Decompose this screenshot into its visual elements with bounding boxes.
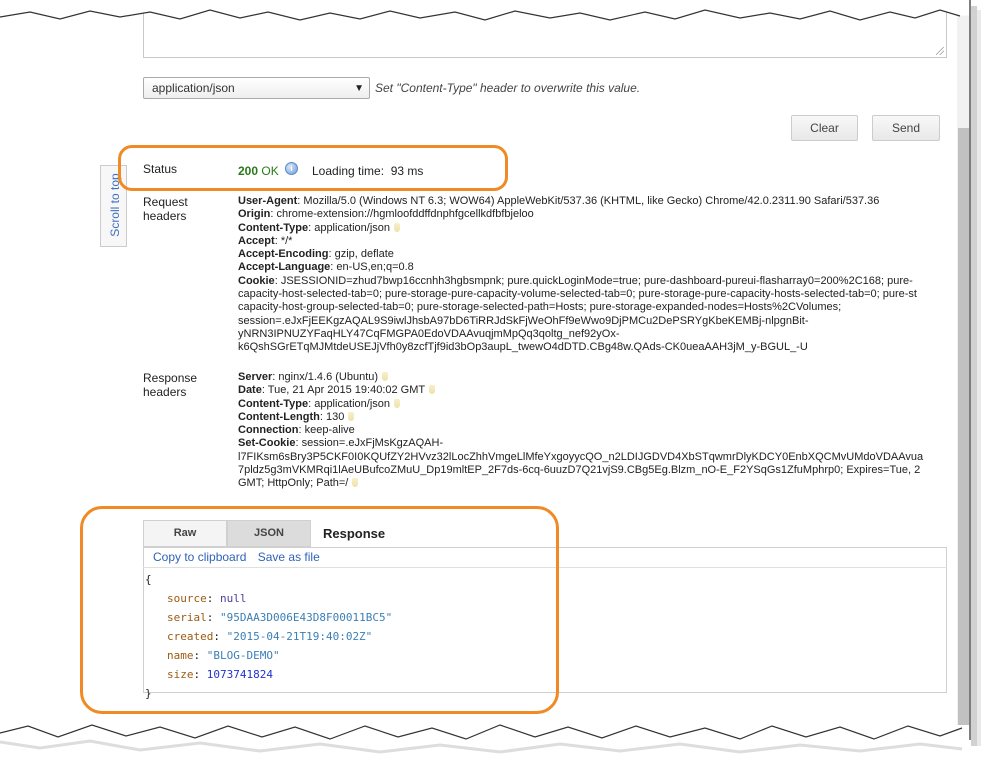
rest-client-page: application/json ▼ Set "Content-Type" he… <box>0 0 987 768</box>
torn-edge-frame <box>0 0 987 768</box>
